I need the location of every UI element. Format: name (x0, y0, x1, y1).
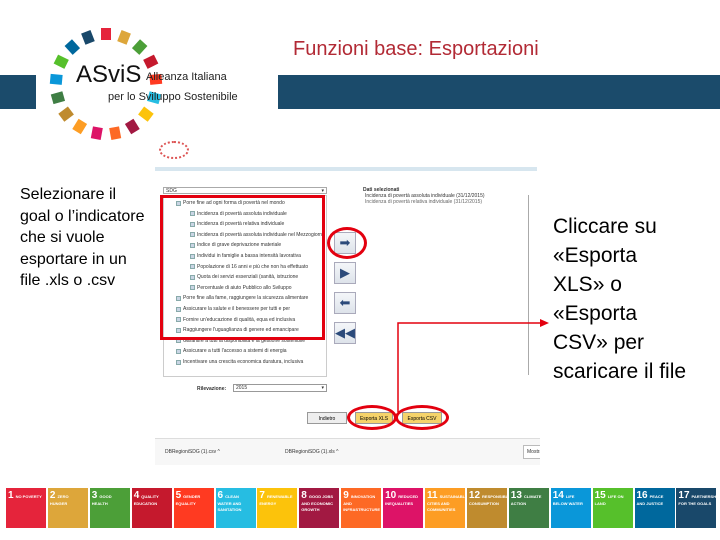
sdg-tile-6: 6 CLEAN WATER AND SANITATION (215, 488, 256, 528)
sdg-tile-12: 12 RESPONSIBLE CONSUMPTION (466, 488, 511, 528)
sdg-tile-9: 9 INNOVATION AND INFRASTRUCTURE (341, 488, 382, 528)
sdg-tile-7: 7 RENEWABLE ENERGY (257, 488, 298, 528)
sdg-tile-1: 1 NO POVERTY (6, 488, 46, 528)
sdg-tile-2: 2 ZERO HUNGER (47, 488, 88, 528)
sdg-tile-14: 14 LIFE BELOW WATER (550, 488, 591, 528)
sdg-tile-4: 4 QUALITY EDUCATION (131, 488, 172, 528)
sdg-tile-16: 16 PEACE AND JUSTICE (634, 488, 675, 528)
sdg-tile-15: 15 LIFE ON LAND (592, 488, 633, 528)
sdg-tile-5: 5 GENDER EQUALITY (173, 488, 214, 528)
sdg-tile-8: 8 GOOD JOBS AND ECONOMIC GROWTH (299, 488, 340, 528)
sdg-tile-17: 17 PARTNERSHIPS FOR THE GOALS (676, 488, 720, 528)
sdg-tile-13: 13 CLIMATE ACTION (508, 488, 549, 528)
sdg-tile-3: 3 GOOD HEALTH (89, 488, 130, 528)
connector-arrow (397, 319, 549, 412)
sdg-tile-11: 11 SUSTAINABLE CITIES AND COMMUNITIES (425, 488, 468, 528)
sdg-tile-10: 10 REDUCED INEQUALITIES (383, 488, 424, 528)
